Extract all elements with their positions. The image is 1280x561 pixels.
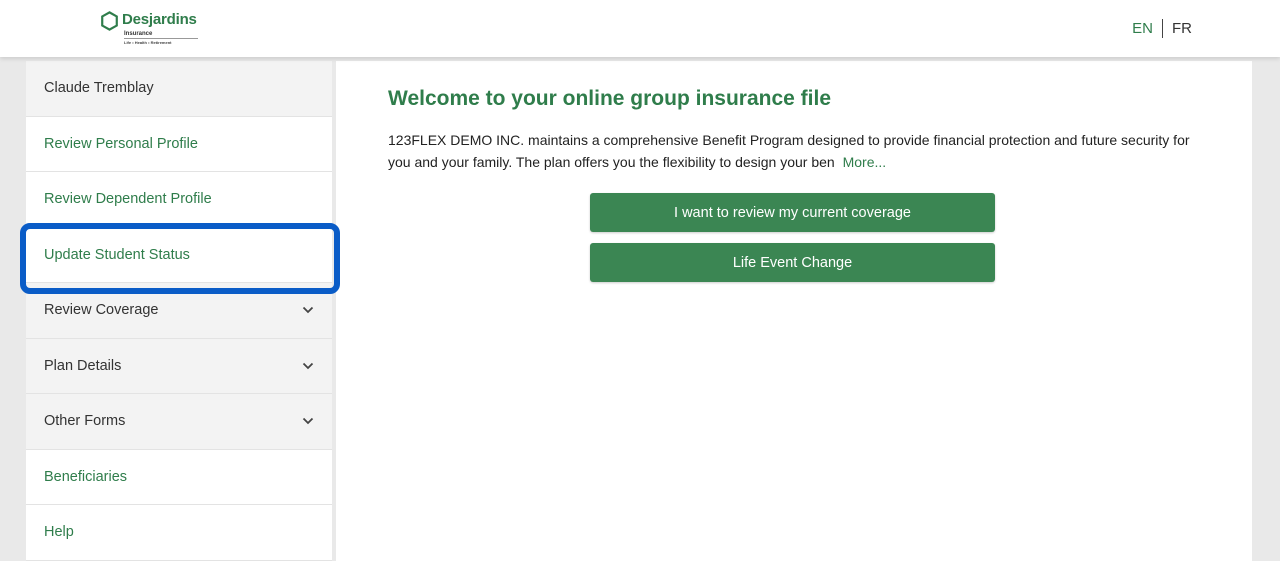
sidebar-item-help[interactable]: Help xyxy=(26,505,332,561)
hexagon-logo-icon xyxy=(101,11,118,31)
logo-divider xyxy=(124,38,198,39)
sidebar-item-label: Plan Details xyxy=(44,357,122,374)
sidebar-user-name: Claude Tremblay xyxy=(26,61,332,117)
sidebar-item-label: Beneficiaries xyxy=(44,468,128,485)
sidebar-item-label: Review Coverage xyxy=(44,302,159,319)
lang-divider xyxy=(1162,19,1163,38)
page-title: Welcome to your online group insurance f… xyxy=(388,87,832,110)
chevron-down-icon xyxy=(302,418,314,425)
chevron-down-icon xyxy=(302,362,314,370)
sidebar-nav: Claude Tremblay Review Personal Profile … xyxy=(26,61,332,561)
sidebar-item-review-dependent-profile[interactable]: Review Dependent Profile xyxy=(26,172,332,228)
language-switcher: EN FR xyxy=(1132,19,1192,38)
sidebar-item-label: Update Student Status xyxy=(44,246,190,263)
sidebar-item-update-student-status[interactable]: Update Student Status xyxy=(26,227,332,283)
sidebar-item-label: Review Personal Profile xyxy=(44,135,198,152)
sidebar-item-beneficiaries[interactable]: Beneficiaries xyxy=(26,449,332,505)
chevron-down-icon xyxy=(302,307,314,314)
more-link[interactable]: More... xyxy=(843,154,887,170)
user-name-label: Claude Tremblay xyxy=(44,80,154,97)
logo-name: Desjardins xyxy=(122,11,197,28)
sidebar-item-plan-details[interactable]: Plan Details xyxy=(26,338,332,394)
sidebar-item-other-forms[interactable]: Other Forms xyxy=(26,394,332,450)
lang-en-link[interactable]: EN xyxy=(1132,20,1153,37)
sidebar-item-label: Help xyxy=(44,524,74,541)
top-header: Desjardins Insurance Life • Health • Ret… xyxy=(0,0,1280,57)
desjardins-logo[interactable]: Desjardins Insurance Life • Health • Ret… xyxy=(100,10,200,48)
review-coverage-button[interactable]: I want to review my current coverage xyxy=(590,193,995,232)
logo-tagline: Life • Health • Retirement xyxy=(124,40,172,45)
sidebar-item-label: Other Forms xyxy=(44,413,126,430)
sidebar-item-review-personal-profile[interactable]: Review Personal Profile xyxy=(26,116,332,172)
sidebar-item-review-coverage[interactable]: Review Coverage xyxy=(26,283,332,339)
intro-body: 123FLEX DEMO INC. maintains a comprehens… xyxy=(388,132,1190,170)
lang-fr-link[interactable]: FR xyxy=(1172,20,1192,37)
main-content: Welcome to your online group insurance f… xyxy=(336,61,1252,561)
sidebar-item-label: Review Dependent Profile xyxy=(44,191,212,208)
logo-subtitle: Insurance xyxy=(124,31,153,37)
intro-text: 123FLEX DEMO INC. maintains a comprehens… xyxy=(388,129,1208,173)
life-event-change-button[interactable]: Life Event Change xyxy=(590,243,995,282)
